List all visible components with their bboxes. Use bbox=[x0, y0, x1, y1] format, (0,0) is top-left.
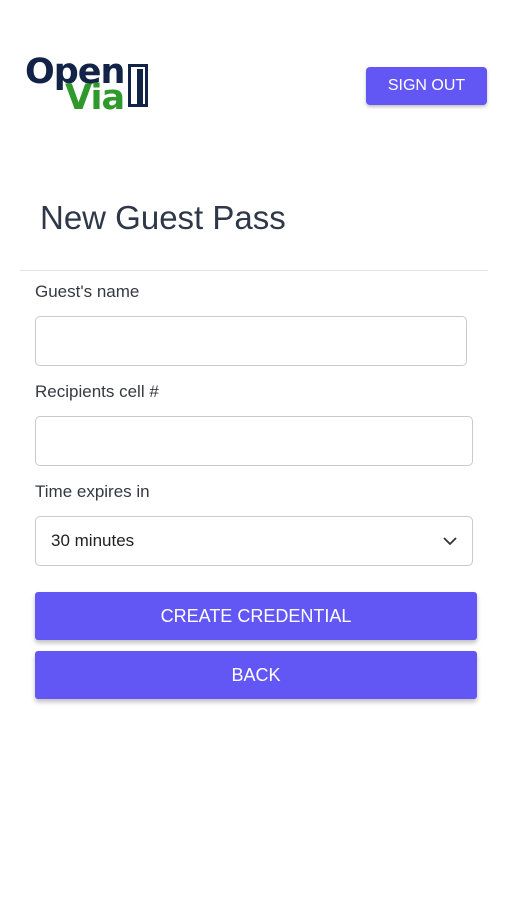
page-title: New Guest Pass bbox=[40, 199, 286, 236]
recipient-cell-input[interactable] bbox=[35, 416, 473, 466]
header-divider bbox=[20, 270, 488, 271]
create-credential-button[interactable]: CREATE CREDENTIAL bbox=[35, 592, 477, 640]
expires-selected-value: 30 minutes bbox=[51, 531, 135, 550]
expires-label: Time expires in bbox=[35, 482, 150, 501]
guest-name-label: Guest's name bbox=[35, 282, 140, 301]
logo-text-via: Via bbox=[65, 78, 125, 118]
recipient-cell-label: Recipients cell # bbox=[35, 382, 159, 401]
openvia-logo: Open Via bbox=[25, 52, 155, 118]
guest-name-input[interactable] bbox=[35, 316, 467, 366]
door-icon bbox=[128, 64, 148, 107]
sign-out-button[interactable]: SIGN OUT bbox=[366, 67, 487, 105]
back-button[interactable]: BACK bbox=[35, 651, 477, 699]
chevron-down-icon bbox=[443, 534, 457, 548]
expires-select[interactable]: 30 minutes bbox=[35, 516, 473, 566]
